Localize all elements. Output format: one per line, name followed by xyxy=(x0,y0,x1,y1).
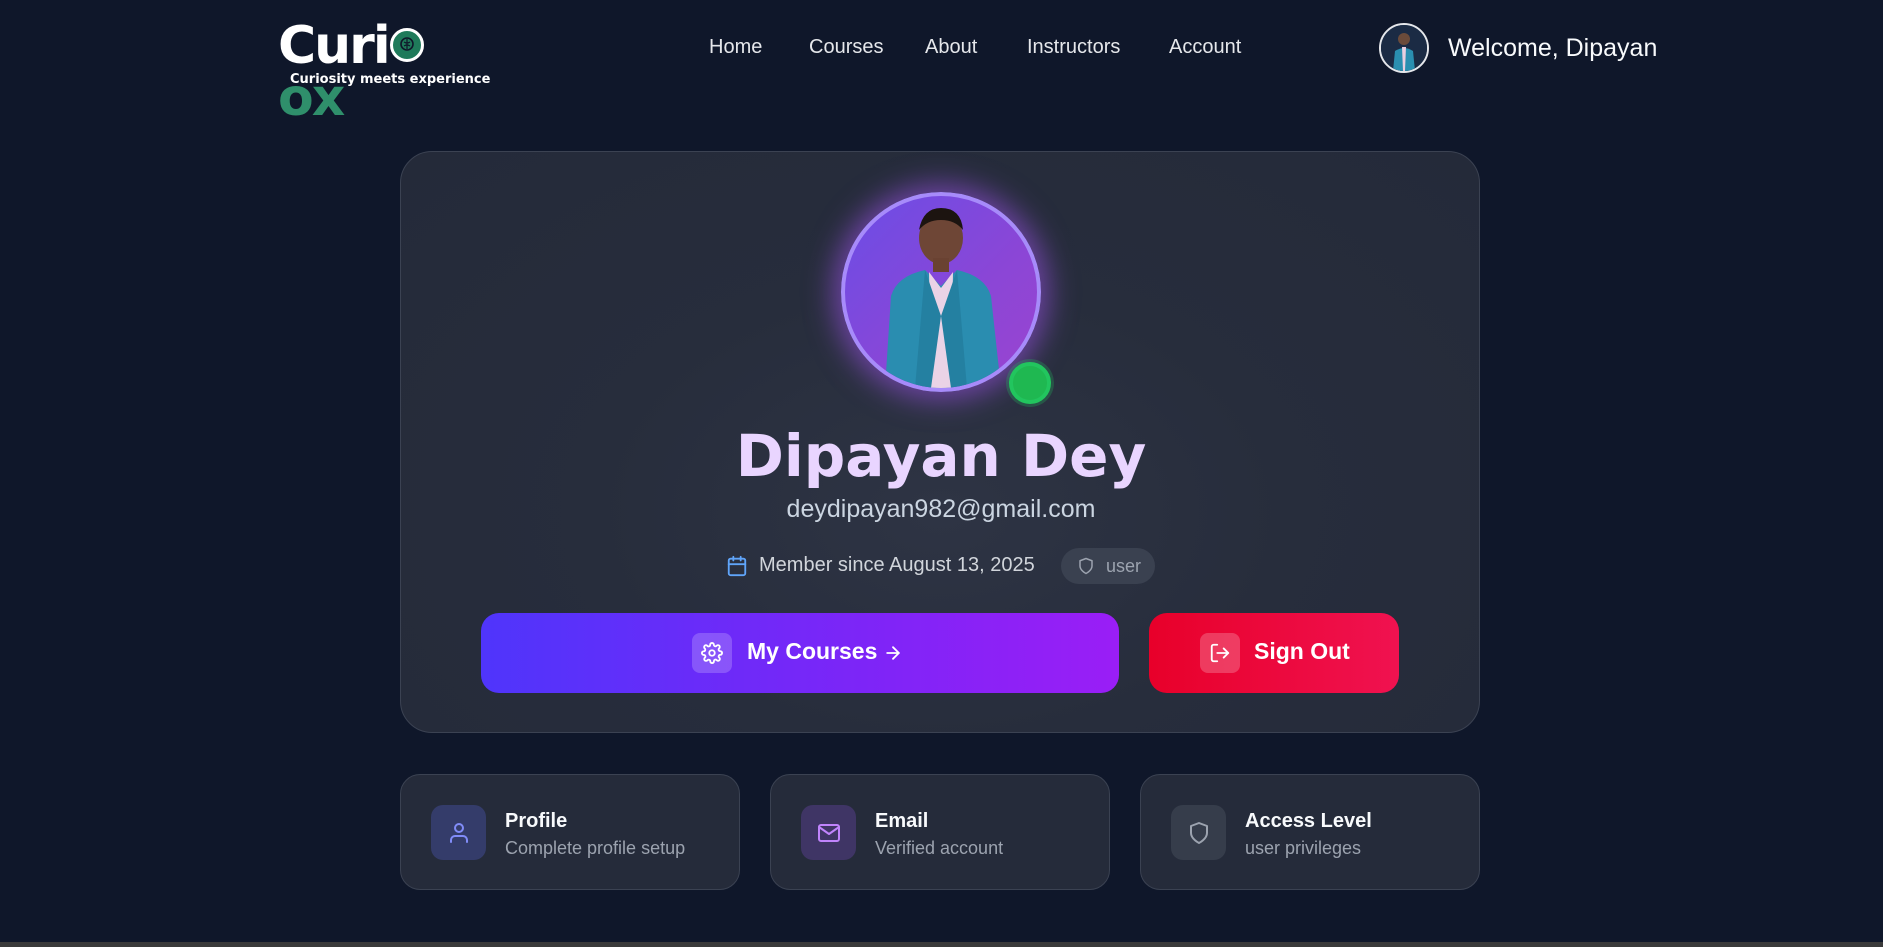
info-title: Access Level xyxy=(1245,810,1372,832)
member-since-text: Member since August 13, 2025 xyxy=(759,554,1035,576)
profile-card: Dipayan Dey deydipayan982@gmail.com Memb… xyxy=(400,151,1480,733)
profile-photo-icon xyxy=(885,208,1001,388)
profile-avatar-glow xyxy=(841,192,1041,392)
avatar[interactable] xyxy=(1379,23,1429,73)
nav-about[interactable]: About xyxy=(925,36,977,59)
info-card-email: Email Verified account xyxy=(770,774,1110,890)
my-courses-button[interactable]: My Courses xyxy=(481,613,1119,693)
settings-icon-box xyxy=(692,633,732,673)
nav-account[interactable]: Account xyxy=(1169,36,1241,59)
logout-icon-box xyxy=(1200,633,1240,673)
top-header: Curi ox Curiosity meets experience Home C… xyxy=(0,0,1883,124)
brain-bulb-icon xyxy=(389,28,424,62)
user-photo-icon xyxy=(1381,25,1427,71)
brand-logo[interactable]: Curi ox Curiosity meets experience xyxy=(278,20,491,124)
logout-icon xyxy=(1210,643,1230,663)
info-title: Email xyxy=(875,810,929,832)
profile-avatar xyxy=(841,192,1041,392)
profile-name: Dipayan Dey xyxy=(735,422,1147,490)
logo-text-part1: Curi xyxy=(278,16,391,76)
online-status-indicator xyxy=(1009,362,1051,404)
mail-icon xyxy=(818,824,840,842)
info-subtitle: user privileges xyxy=(1245,838,1362,858)
info-card-profile: Profile Complete profile setup xyxy=(400,774,740,890)
user-icon-box xyxy=(431,805,486,860)
user-icon xyxy=(450,823,468,843)
window-bottom-edge xyxy=(0,942,1883,947)
shield-icon xyxy=(1079,557,1093,575)
calendar-icon xyxy=(727,555,747,577)
sign-out-button[interactable]: Sign Out xyxy=(1149,613,1399,693)
role-text: user xyxy=(1106,556,1142,576)
shield-icon xyxy=(1190,822,1208,844)
profile-email: deydipayan982@gmail.com xyxy=(786,495,1096,523)
brand-tagline: Curiosity meets experience xyxy=(290,72,491,87)
my-courses-label: My Courses xyxy=(747,638,878,664)
mail-icon-box xyxy=(801,805,856,860)
arrow-right-icon xyxy=(886,646,900,660)
welcome-text: Welcome, Dipayan xyxy=(1448,34,1658,62)
role-badge: user xyxy=(1061,548,1155,584)
shield-icon-box xyxy=(1171,805,1226,860)
info-subtitle: Complete profile setup xyxy=(505,838,686,858)
info-subtitle: Verified account xyxy=(875,838,1004,858)
nav-home[interactable]: Home xyxy=(709,36,762,59)
sign-out-label: Sign Out xyxy=(1254,638,1350,664)
profile-meta: Member since August 13, 2025 user xyxy=(726,548,1166,584)
nav-instructors[interactable]: Instructors xyxy=(1027,36,1120,59)
info-title: Profile xyxy=(505,810,568,832)
gear-icon xyxy=(701,642,723,664)
info-card-access-level: Access Level user privileges xyxy=(1140,774,1480,890)
nav-courses[interactable]: Courses xyxy=(809,36,883,59)
